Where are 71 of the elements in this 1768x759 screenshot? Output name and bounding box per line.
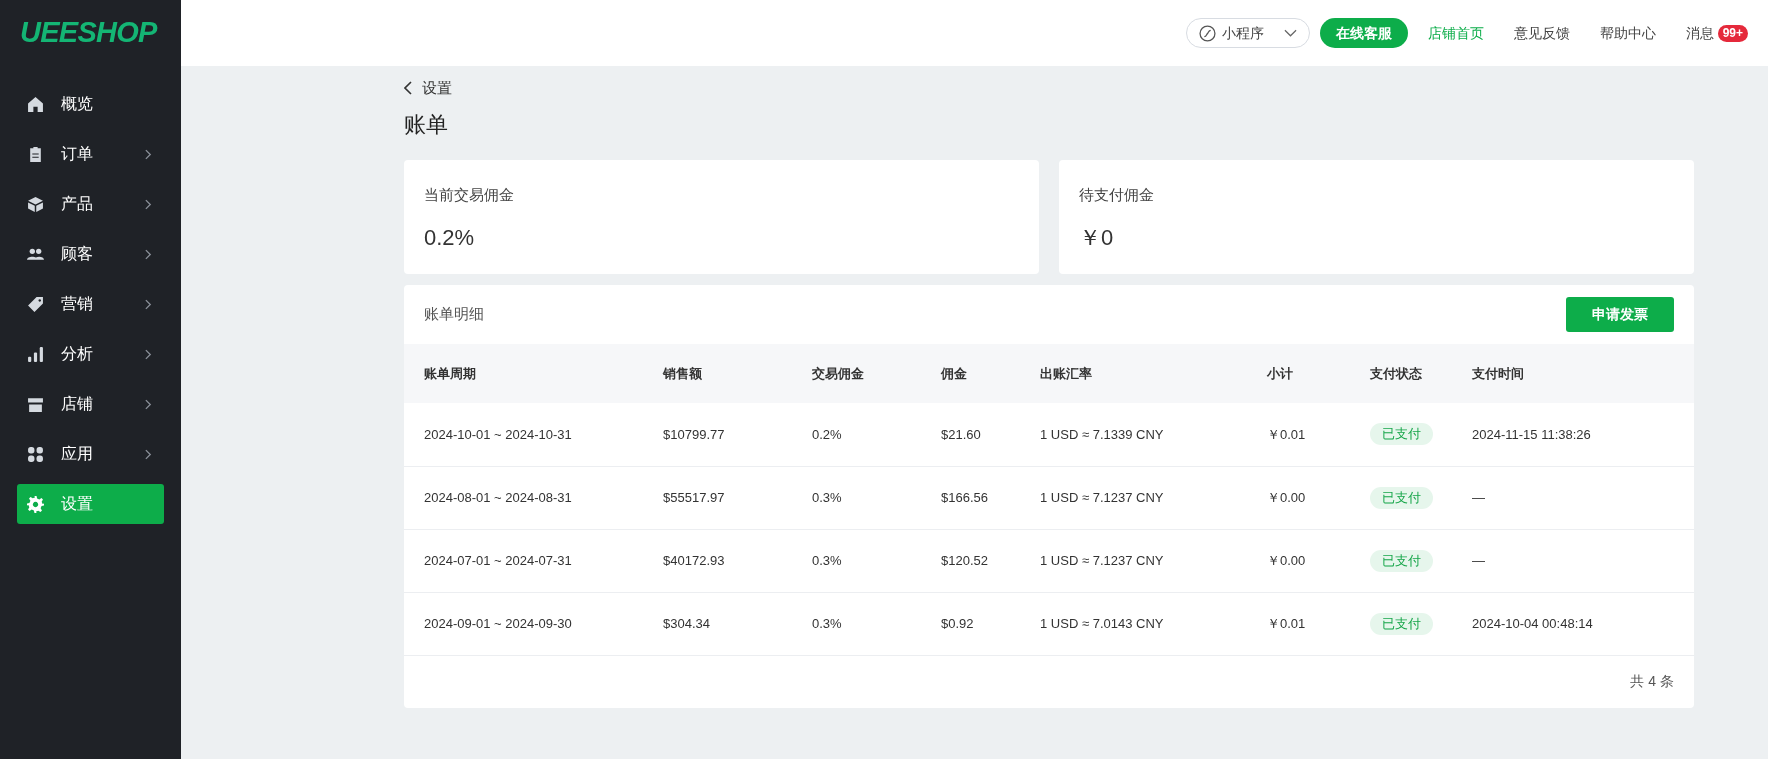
status-badge: 已支付 [1370, 612, 1433, 635]
stat-label: 当前交易佣金 [424, 185, 515, 205]
chevron-down-icon [1283, 29, 1297, 37]
table-cell: 2024-08-01 ~ 2024-08-31 [404, 466, 663, 529]
sidebar-item[interactable]: 顾客 [17, 234, 164, 274]
box-icon [27, 195, 44, 213]
table-cell: ￥0.00 [1267, 466, 1370, 529]
status-badge: 已支付 [1370, 549, 1433, 572]
table-cell: 2024-10-01 ~ 2024-10-31 [404, 403, 663, 466]
nav-link[interactable]: 意见反馈 [1503, 22, 1580, 44]
column-header: 出账汇率 [1040, 344, 1267, 403]
table-cell: $166.56 [941, 466, 1040, 529]
table-cell: 1 USD ≈ 7.0143 CNY [1040, 592, 1267, 655]
column-header: 交易佣金 [812, 344, 941, 403]
table-cell: 1 USD ≈ 7.1339 CNY [1040, 403, 1267, 466]
bar-chart-icon [27, 345, 44, 363]
column-header: 支付时间 [1472, 344, 1694, 403]
sidebar-item[interactable]: 店铺 [17, 384, 164, 424]
table-cell: 1 USD ≈ 7.1237 CNY [1040, 466, 1267, 529]
home-icon [27, 95, 44, 113]
table-cell: 0.3% [812, 466, 941, 529]
status-badge: 已支付 [1370, 486, 1433, 509]
table-cell: — [1472, 466, 1694, 529]
table-cell: $10799.77 [663, 403, 812, 466]
messages-link[interactable]: 消息 [1685, 22, 1714, 44]
stat-value: 0.2% [424, 223, 476, 252]
table-cell: $120.52 [941, 529, 1040, 592]
total-count: 共 4 条 [1630, 672, 1674, 691]
column-header: 支付状态 [1370, 344, 1472, 403]
sidebar-item[interactable]: 订单 [17, 134, 164, 174]
stat-value: ￥0 [1079, 223, 1115, 252]
table-cell: 0.3% [812, 529, 941, 592]
table-cell: 2024-09-01 ~ 2024-09-30 [404, 592, 663, 655]
logo: UEESHOP [20, 15, 157, 51]
column-header: 账单周期 [404, 344, 663, 403]
table-cell: 2024-07-01 ~ 2024-07-31 [404, 529, 663, 592]
table-cell: $0.92 [941, 592, 1040, 655]
sidebar-item[interactable]: 营销 [17, 284, 164, 324]
tag-icon [27, 295, 44, 313]
status-badge: 已支付 [1370, 423, 1433, 446]
clipboard-icon [27, 145, 44, 163]
settings-icon [27, 495, 44, 513]
table-cell: $21.60 [941, 403, 1040, 466]
column-header: 小计 [1267, 344, 1370, 403]
page-title: 账单 [404, 111, 449, 139]
badge: 99+ [1717, 24, 1748, 42]
table-cell: ￥0.00 [1267, 529, 1370, 592]
sidebar-item[interactable]: 产品 [17, 184, 164, 224]
table-cell: ￥0.01 [1267, 403, 1370, 466]
table-cell: $55517.97 [663, 466, 812, 529]
link-icon [1198, 24, 1216, 42]
nav-link[interactable]: 帮助中心 [1589, 22, 1666, 44]
sidebar-item[interactable]: 概览 [17, 84, 164, 124]
table-cell: 0.2% [812, 403, 941, 466]
column-header: 销售额 [663, 344, 812, 403]
table-cell: $304.34 [663, 592, 812, 655]
table-cell: 1 USD ≈ 7.1237 CNY [1040, 529, 1267, 592]
table-cell: ￥0.01 [1267, 592, 1370, 655]
sidebar-item[interactable]: 应用 [17, 434, 164, 474]
table-cell: — [1472, 529, 1694, 592]
table-cell: 2024-11-15 11:38:26 [1472, 403, 1694, 466]
stat-label: 待支付佣金 [1079, 185, 1155, 205]
table-cell: $40172.93 [663, 529, 812, 592]
back-link[interactable]: 设置 [404, 78, 1694, 98]
store-icon [27, 395, 44, 413]
card-title: 账单明细 [424, 304, 484, 325]
table-cell: 2024-10-04 00:48:14 [1472, 592, 1694, 655]
table-cell: 0.3% [812, 592, 941, 655]
apps-icon [27, 445, 44, 463]
sidebar-item[interactable]: 分析 [17, 334, 164, 374]
column-header: 佣金 [941, 344, 1040, 403]
